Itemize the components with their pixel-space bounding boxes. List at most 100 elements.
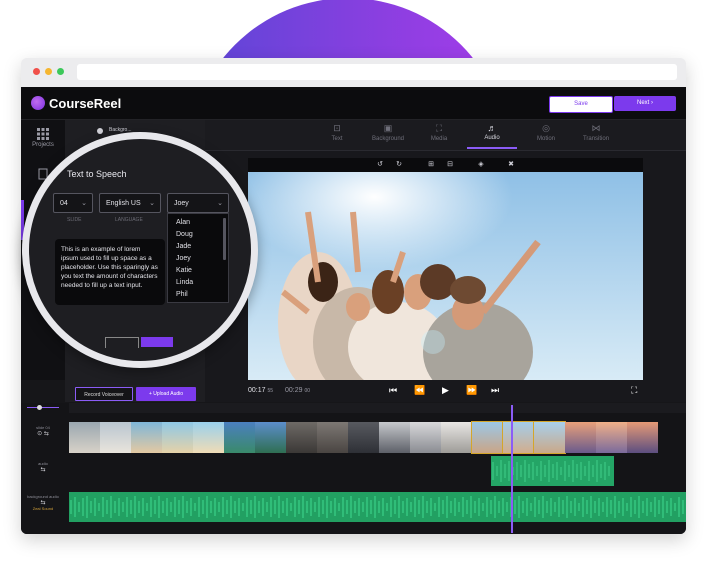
fast-forward-icon[interactable]: ⏩ bbox=[466, 385, 477, 396]
tab-audio-label: Audio bbox=[484, 135, 500, 141]
thumbnail bbox=[286, 422, 317, 453]
current-frame: 55 bbox=[267, 388, 274, 394]
thumbnail bbox=[410, 422, 441, 453]
timeline-playhead[interactable] bbox=[511, 405, 513, 533]
transition-icon: ⋈ bbox=[591, 123, 601, 133]
audio-track-toggle-icon[interactable]: ⇆ bbox=[21, 466, 65, 473]
grid-icon bbox=[37, 128, 49, 140]
voice-select-value: Joey bbox=[174, 200, 189, 207]
thumbnail-selected bbox=[471, 421, 504, 454]
voice-option[interactable]: Doug bbox=[176, 231, 193, 238]
thumbnail bbox=[596, 422, 627, 453]
trash-icon[interactable]: ✖ bbox=[506, 160, 516, 170]
tab-transition[interactable]: ⋈ Transition bbox=[571, 123, 621, 142]
total-time: 00:29 00 bbox=[285, 387, 310, 394]
video-frame-image bbox=[248, 172, 643, 380]
radio-icon[interactable] bbox=[97, 128, 103, 134]
zoom-handle[interactable] bbox=[37, 405, 42, 410]
url-bar[interactable] bbox=[77, 64, 677, 80]
tab-audio[interactable]: ♬ Audio bbox=[467, 123, 517, 149]
voice-option[interactable]: Katie bbox=[176, 267, 192, 274]
voice-option[interactable]: Alan bbox=[176, 219, 190, 226]
thumbnail bbox=[131, 422, 162, 453]
thumbnail bbox=[348, 422, 379, 453]
language-select[interactable]: English US ⌄ bbox=[99, 193, 161, 213]
play-icon[interactable]: ▶ bbox=[442, 385, 449, 396]
video-thumbnail-track[interactable] bbox=[69, 421, 686, 454]
upload-audio-button[interactable]: + Upload Audio bbox=[136, 387, 196, 401]
maximize-dot[interactable] bbox=[57, 68, 64, 75]
media-area: ⊡ Text ▣ Background ⛶ Media ♬ Audio ◎ Motion … bbox=[205, 120, 686, 402]
tts-title: Text to Speech bbox=[67, 169, 127, 179]
track2-label: audio ⇆ bbox=[21, 461, 65, 473]
lock-icon[interactable]: ⊙ ⇆ bbox=[21, 430, 65, 437]
browser-chrome bbox=[21, 58, 686, 87]
voice-option[interactable]: Jade bbox=[176, 243, 191, 250]
app-title: CourseReel bbox=[49, 96, 122, 111]
background-audio-clip[interactable] bbox=[69, 492, 686, 522]
voice-option[interactable]: Joey bbox=[176, 255, 191, 262]
text-icon: ⊡ bbox=[333, 123, 341, 133]
next-button[interactable]: Next › bbox=[614, 96, 676, 111]
audio-icon: ♬ bbox=[487, 123, 497, 133]
skip-start-icon[interactable]: ⏮ bbox=[389, 385, 397, 396]
rewind-icon[interactable]: ⏪ bbox=[414, 385, 425, 396]
zoom-track bbox=[27, 407, 59, 408]
save-button[interactable]: Save bbox=[549, 96, 613, 113]
dropdown-scrollbar[interactable] bbox=[223, 218, 226, 260]
redo-icon[interactable]: ↻ bbox=[394, 160, 404, 170]
voice-select[interactable]: Joey ⌄ bbox=[167, 193, 229, 213]
fullscreen-icon[interactable]: ⛶ bbox=[631, 385, 637, 396]
tab-motion[interactable]: ◎ Motion bbox=[521, 123, 571, 142]
thumbnail-selected bbox=[533, 421, 566, 454]
voice-option[interactable]: Linda bbox=[176, 279, 193, 286]
slide-select-value: 04 bbox=[60, 200, 68, 207]
voice-dropdown: Alan Doug Jade Joey Katie Linda Phil bbox=[167, 213, 229, 303]
tab-background-label: Background bbox=[371, 136, 405, 142]
record-voiceover-button[interactable]: Record Voiceover bbox=[75, 387, 133, 401]
undo-icon[interactable]: ↺ bbox=[375, 160, 385, 170]
tab-text[interactable]: ⊡ Text bbox=[312, 123, 362, 142]
language-select-label: LANGUAGE bbox=[115, 217, 143, 223]
thumbnail bbox=[627, 422, 658, 453]
tts-button-outline[interactable] bbox=[105, 337, 139, 348]
nav-projects[interactable]: Projects bbox=[21, 128, 65, 148]
timeline-ruler[interactable] bbox=[69, 403, 686, 413]
tab-media[interactable]: ⛶ Media bbox=[414, 123, 464, 142]
send-backward-icon[interactable]: ⊟ bbox=[445, 160, 455, 170]
zoom-magnifier: Text to Speech 04 ⌄ SLIDE English US ⌄ LAN… bbox=[22, 132, 258, 368]
chevron-down-icon: ⌄ bbox=[217, 200, 223, 207]
bg-audio-toggle-icon[interactable]: ⇆ bbox=[21, 499, 65, 506]
tab-text-label: Text bbox=[331, 136, 343, 142]
thumbnail bbox=[224, 422, 255, 453]
slide-select[interactable]: 04 ⌄ bbox=[53, 193, 93, 213]
current-time: 00:17 55 bbox=[248, 387, 273, 394]
tts-generate-button[interactable] bbox=[141, 337, 173, 347]
zoom-slider[interactable] bbox=[21, 403, 63, 413]
media-icon: ⛶ bbox=[435, 123, 443, 133]
tab-background[interactable]: ▣ Background bbox=[363, 123, 413, 142]
bring-forward-icon[interactable]: ⊞ bbox=[426, 160, 436, 170]
next-button-label: Next bbox=[636, 100, 650, 106]
waveform-icon bbox=[492, 460, 610, 482]
minimize-dot[interactable] bbox=[45, 68, 52, 75]
thumbnail bbox=[317, 422, 348, 453]
thumbnail bbox=[69, 422, 100, 453]
voiceover-audio-clip[interactable] bbox=[491, 456, 614, 486]
tab-transition-label: Transition bbox=[582, 136, 610, 142]
nav-projects-label: Projects bbox=[32, 142, 54, 148]
thumbnail bbox=[193, 422, 224, 453]
timeline: slide 04 ⊙ ⇆ audio ⇆ background audio ⇆ Zeal… bbox=[21, 403, 686, 534]
tab-media-label: Media bbox=[430, 136, 448, 142]
canvas-toolbar: ↺ ↻ ⊞ ⊟ ◈ ✖ bbox=[248, 158, 643, 172]
tab-motion-label: Motion bbox=[536, 136, 555, 142]
background-icon: ▣ bbox=[383, 123, 393, 133]
thumbnail bbox=[565, 422, 596, 453]
voice-option[interactable]: Phil bbox=[176, 291, 188, 298]
tts-text-input[interactable]: This is an example of lorem ipsum used t… bbox=[55, 239, 165, 305]
layers-icon[interactable]: ◈ bbox=[476, 160, 486, 170]
skip-end-icon[interactable]: ⏭ bbox=[491, 385, 499, 396]
close-dot[interactable] bbox=[33, 68, 40, 75]
video-preview[interactable] bbox=[248, 172, 643, 380]
motion-icon: ◎ bbox=[542, 123, 550, 133]
